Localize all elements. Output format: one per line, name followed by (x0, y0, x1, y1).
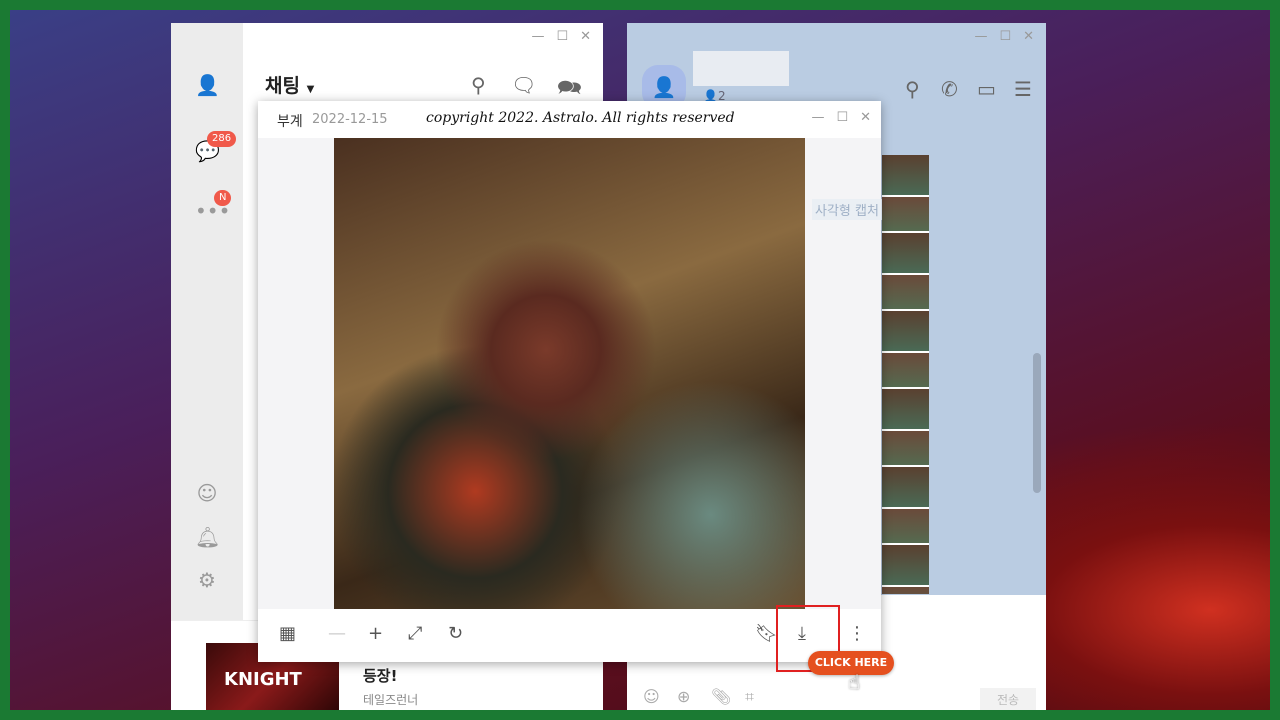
search-icon[interactable]: ⚲ (905, 77, 920, 101)
open-chat-icon[interactable]: 🗨 (511, 73, 536, 97)
zoom-out-icon[interactable]: — (328, 623, 346, 644)
attach-icon[interactable]: 📎︎ (711, 687, 731, 706)
fit-icon[interactable]: ⤢ (408, 623, 422, 644)
emoji-icon[interactable]: ☺ (643, 687, 660, 706)
more-options-icon[interactable]: ⋮ (848, 623, 866, 644)
scrollbar[interactable] (1033, 353, 1041, 493)
ad-source: 테일즈런너 (363, 693, 419, 707)
grid-icon[interactable]: ▦ (279, 623, 296, 644)
image-viewer-window: 부계 2022-12-15 copyright 2022. Astralo. A… (258, 101, 881, 662)
close-icon[interactable]: ✕ (1023, 29, 1034, 44)
desktop: — ☐ ✕ 👤 💬 286 ••• N ☺ 🔔︎ ⚙ 채팅 ▼ ⚲ 🗨 🗪 KNIG… (10, 10, 1270, 710)
photo-date: 2022-12-15 (312, 112, 388, 127)
page-title[interactable]: 채팅 ▼ (265, 71, 314, 98)
minimize-icon[interactable]: — (974, 29, 987, 44)
close-icon[interactable]: ✕ (860, 110, 871, 125)
maximize-icon[interactable]: ☐ (836, 110, 848, 125)
sender-name: 부계 (277, 114, 303, 130)
window-controls[interactable]: — ☐ ✕ (531, 29, 591, 44)
close-icon[interactable]: ✕ (580, 29, 591, 44)
zoom-in-icon[interactable]: + (368, 623, 383, 644)
menu-icon[interactable]: ☰ (1014, 77, 1032, 101)
minimize-icon[interactable]: — (531, 29, 544, 44)
photo-thumbnails[interactable] (882, 155, 929, 594)
photo (334, 138, 805, 609)
maximize-icon[interactable]: ☐ (999, 29, 1011, 44)
video-icon[interactable]: ▭ (977, 77, 996, 101)
chevron-down-icon: ▼ (306, 84, 315, 95)
maximize-icon[interactable]: ☐ (556, 29, 568, 44)
chat-count-badge: 286 (207, 131, 237, 147)
bell-icon[interactable]: 🔔︎ (195, 525, 220, 549)
window-controls[interactable]: — ☐ ✕ (974, 29, 1034, 44)
file-icon[interactable]: ⊕ (677, 687, 690, 706)
friends-icon[interactable]: 👤 (195, 73, 220, 97)
phone-icon[interactable]: ✆ (941, 77, 958, 101)
crop-icon[interactable]: ⌗ (745, 687, 754, 707)
send-button[interactable]: 전송 (980, 688, 1036, 710)
window-controls[interactable]: — ☐ ✕ (811, 110, 871, 125)
emoji-icon[interactable]: ☺ (195, 481, 219, 505)
bookmark-icon[interactable]: 🔖︎ (755, 623, 778, 644)
sidebar: 👤 💬 286 ••• N ☺ 🔔︎ ⚙ (171, 23, 243, 623)
ad-headline: 등장! (363, 667, 398, 685)
hand-cursor-icon: ☝ (848, 670, 861, 694)
gear-icon[interactable]: ⚙ (195, 568, 219, 592)
viewer-header: 부계 2022-12-15 copyright 2022. Astralo. A… (258, 101, 881, 138)
rotate-icon[interactable]: ↻ (448, 623, 463, 644)
copyright-watermark: copyright 2022. Astralo. All rights rese… (426, 110, 735, 126)
search-icon[interactable]: ⚲ (471, 73, 486, 97)
minimize-icon[interactable]: — (811, 110, 824, 125)
room-name-redacted (693, 51, 789, 86)
faint-text: 사각형 캡처 (812, 199, 882, 220)
